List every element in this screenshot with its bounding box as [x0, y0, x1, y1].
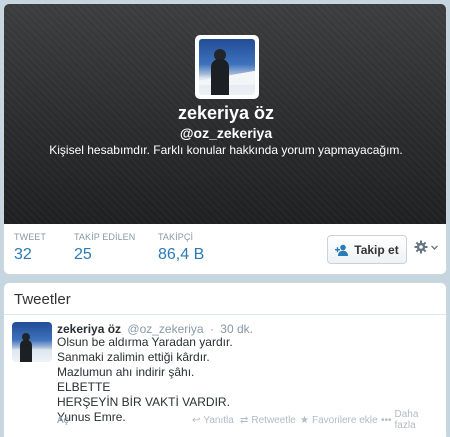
- more-label: Daha fazla: [394, 409, 419, 431]
- stat-following-label: TAKİP EDİLEN: [74, 232, 136, 242]
- tweet-line: Sanmaki zalimin ettiği kârdır.: [57, 350, 210, 364]
- tweet-line: HERŞEYİN BİR VAKTİ VARDIR.: [57, 395, 230, 409]
- profile-avatar[interactable]: [195, 35, 259, 99]
- tweet-line: Olsun be aldırma Yaradan yardır.: [57, 335, 233, 349]
- profile-name[interactable]: zekeriya öz: [4, 103, 446, 124]
- tweet-author-handle[interactable]: @oz_zekeriya: [127, 322, 203, 336]
- expand-tweet-link[interactable]: Aç: [57, 415, 69, 426]
- stat-tweets-label: TWEET: [14, 232, 46, 242]
- profile-bio: Kişisel hesabımdır. Farklı konular hakkı…: [49, 143, 403, 157]
- retweet-label: Retweetle: [251, 414, 296, 426]
- favorite-label: Favorilere ekle: [311, 414, 378, 426]
- tweet-author-avatar[interactable]: [12, 322, 52, 362]
- stat-tweets[interactable]: TWEET 32: [14, 232, 64, 272]
- more-action[interactable]: ••• Daha fazla: [381, 409, 442, 431]
- reply-label: Yanıtla: [203, 414, 234, 426]
- avatar-image: [199, 39, 255, 95]
- star-icon: ★: [300, 414, 309, 426]
- stat-following[interactable]: TAKİP EDİLEN 25: [74, 232, 154, 272]
- stat-following-value: 25: [74, 246, 92, 263]
- follow-button[interactable]: Takip et: [327, 235, 407, 264]
- retweet-action[interactable]: ⇄ Retweetle: [240, 415, 296, 426]
- tweet-line: Mazlumun ahı indirir şâhı.: [57, 365, 195, 379]
- gear-icon: [414, 240, 428, 254]
- profile-handle[interactable]: @oz_zekeriya: [4, 125, 446, 141]
- tweet-line: ELBETTE: [57, 380, 111, 394]
- tweets-title: Tweetler: [4, 283, 446, 315]
- profile-card: zekeriya öz @oz_zekeriya Kişisel hesabım…: [3, 3, 447, 275]
- favorite-action[interactable]: ★ Favorilere ekle: [300, 415, 378, 426]
- tweet-author-name[interactable]: zekeriya öz: [57, 322, 121, 336]
- tweet-text: Olsun be aldırma Yaradan yardır. Sanmaki…: [57, 335, 427, 425]
- follow-button-label: Takip et: [354, 242, 399, 257]
- add-user-icon: [335, 244, 349, 256]
- tweet-separator: ·: [209, 322, 214, 336]
- retweet-icon: ⇄: [240, 414, 249, 426]
- settings-menu-button[interactable]: [414, 240, 438, 254]
- more-icon: •••: [381, 414, 392, 426]
- stat-tweets-value: 32: [14, 246, 32, 263]
- tweet-header: zekeriya öz @oz_zekeriya · 30 dk.: [57, 322, 253, 336]
- stat-followers-label: TAKİPÇİ: [158, 232, 194, 242]
- reply-action[interactable]: ↩ Yanıtla: [192, 415, 234, 426]
- tweet-timestamp[interactable]: 30 dk.: [220, 322, 253, 336]
- stat-followers[interactable]: TAKİPÇİ 86,4 B: [158, 232, 238, 272]
- stat-followers-value: 86,4 B: [158, 246, 205, 263]
- reply-icon: ↩: [192, 414, 201, 426]
- chevron-down-icon: [431, 244, 438, 250]
